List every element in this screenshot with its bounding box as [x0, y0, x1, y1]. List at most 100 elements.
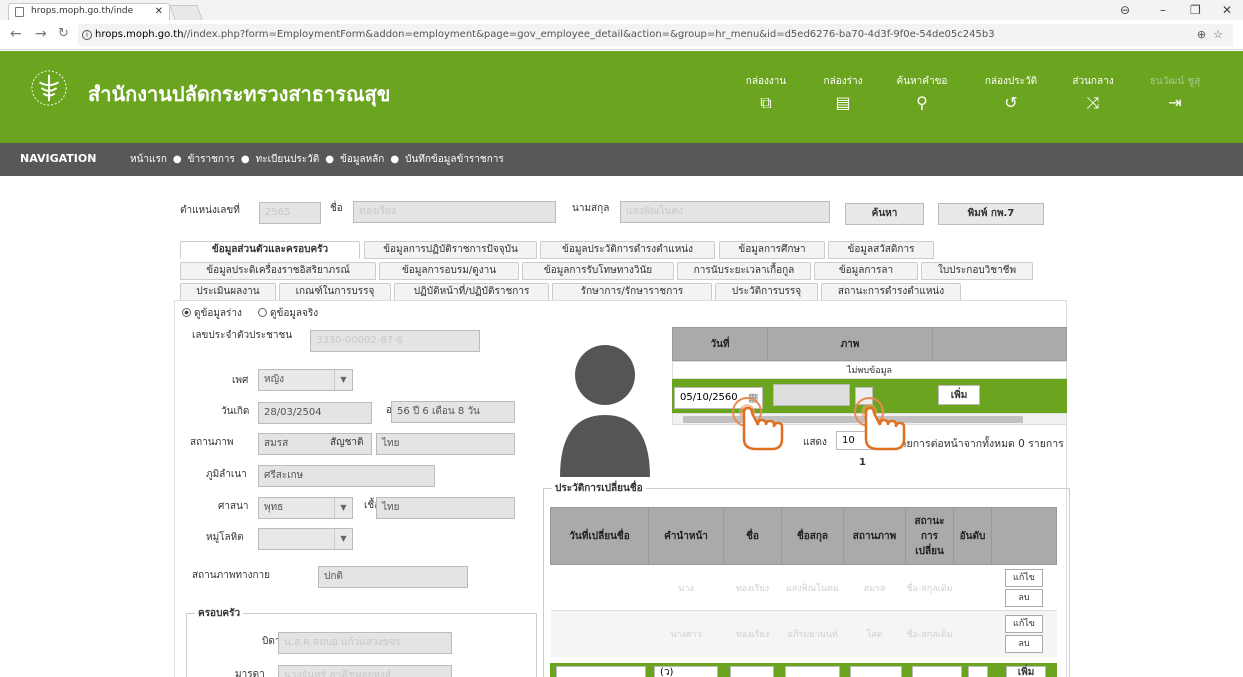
radio-draft-dot — [182, 308, 191, 317]
photo-col-action — [932, 327, 1067, 361]
name-history-table: วันที่เปลี่ยนชื่อ คำนำหน้า ชื่อ ชื่อสกุล… — [550, 507, 1057, 657]
mother-input[interactable]: นางจันทร์ ภาคีชพลยหงส์ — [278, 665, 452, 677]
browser-tabbar: hrops.moph.go.th/inde ✕ ⊖ – ❐ ✕ — [0, 0, 1243, 20]
search-icon: ⚲ — [916, 93, 928, 112]
profile-photo — [550, 327, 660, 477]
gender-label: เพศ — [232, 375, 249, 386]
id-input[interactable]: 3330-00002-87-6 — [310, 330, 480, 352]
back-icon[interactable]: ← — [10, 26, 22, 42]
tab-current-duty[interactable]: ข้อมูลการปฏิบัติราชการปัจจุบัน — [364, 241, 537, 259]
nav-user[interactable]: ธนวัฒน์ ชูสุ ⇥ — [1140, 74, 1210, 111]
bookmark-star-icon[interactable]: ☆ — [1213, 28, 1223, 41]
radio-draft-label: ดูข้อมูลร่าง — [194, 308, 242, 319]
crumb-home[interactable]: หน้าแรก — [130, 154, 167, 165]
page-number[interactable]: 1 — [859, 457, 866, 468]
name-surname-input[interactable] — [785, 666, 840, 677]
new-tab-button[interactable] — [169, 5, 203, 20]
military-input[interactable]: ปกติ — [318, 566, 468, 588]
tab-appointment[interactable]: ประวัติการบรรจุ — [715, 283, 818, 301]
nav-drafts[interactable]: กล่องร่าง ▤ — [808, 74, 878, 111]
name-firstname-input[interactable] — [730, 666, 774, 677]
nav-central[interactable]: ส่วนกลาง ⤨ — [1058, 74, 1128, 111]
crumb-record[interactable]: บันทึกข้อมูลข้าราชการ — [405, 154, 504, 165]
col-change-status: สถานะ การ เปลี่ยน — [905, 507, 954, 565]
cell-actions: แก้ไข ลบ — [991, 610, 1057, 657]
print-kp7-button[interactable]: พิมพ์ กพ.7 — [938, 203, 1044, 225]
name-order-input[interactable] — [968, 666, 988, 677]
zoom-icon[interactable]: ⊕ — [1197, 28, 1206, 41]
dob-input[interactable]: 28/03/2504 — [258, 402, 372, 424]
tab-service-time[interactable]: การนับระยะเวลาเกื้อกูล — [677, 262, 811, 280]
tab-discipline[interactable]: ข้อมูลการรับโทษทางวินัย — [522, 262, 674, 280]
position-input[interactable]: 2565 — [259, 202, 321, 224]
tab-decorations[interactable]: ข้อมูลประดิเครื่องราชอิสริยาภรณ์ — [180, 262, 376, 280]
table-row: นาง ทองเรียง แสงพิณโนคม สมรส ชื่อ-สกุลเด… — [550, 564, 1057, 611]
tab-education[interactable]: ข้อมูลการศึกษา — [719, 241, 825, 259]
nav-search-requests[interactable]: ค้นหาคำขอ ⚲ — [887, 74, 957, 111]
name-date-input[interactable] — [556, 666, 646, 677]
nav-history[interactable]: กล่องประวัติ ↺ — [976, 74, 1046, 111]
url-field[interactable]: i hrops.moph.go.th//index.php?form=Employ… — [78, 24, 1233, 46]
tab-duty-performance[interactable]: ปฏิบัติหน้าที่/ปฏิบัติราชการ — [394, 283, 549, 301]
hometown-input[interactable]: ศรีสะเกษ — [258, 465, 435, 487]
account-icon[interactable]: ⊖ — [1120, 0, 1130, 20]
tab-leave[interactable]: ข้อมูลการลา — [814, 262, 918, 280]
close-window-icon[interactable]: ✕ — [1222, 0, 1232, 20]
tab-license[interactable]: ใบประกอบวิชาชีพ — [921, 262, 1033, 280]
cell-date — [550, 564, 649, 611]
reload-icon[interactable]: ↻ — [58, 26, 69, 41]
tab-position-history[interactable]: ข้อมูลประวัติการดำรงตำแหน่ง — [540, 241, 715, 259]
photo-add-button[interactable]: เพิ่ม — [938, 385, 980, 405]
tab-personal[interactable]: ข้อมูลส่วนตัวและครอบครัว — [180, 241, 360, 259]
nav-inbox[interactable]: กล่องงาน ⧉ — [731, 74, 801, 111]
cell-change-status: ชื่อ-สกุลเดิม — [905, 564, 954, 611]
father-input[interactable]: น.ส.ต.สมบอ แก้วแสวงขจร — [278, 632, 452, 654]
search-button[interactable]: ค้นหา — [845, 203, 924, 225]
tab-evaluation[interactable]: ประเมินผลงาน — [180, 283, 276, 301]
edit-button[interactable]: แก้ไข — [1005, 568, 1043, 587]
col-firstname: ชื่อ — [723, 507, 782, 565]
race-input[interactable]: ไทย — [376, 497, 515, 519]
surname-input[interactable]: แสงพิณโนคง — [620, 201, 830, 223]
col-prefix: คำนำหน้า — [648, 507, 724, 565]
close-tab-icon[interactable]: ✕ — [155, 4, 163, 19]
crumb-main[interactable]: ข้อมูลหลัก — [340, 154, 384, 165]
crumb-registry[interactable]: ทะเบียนประวัติ — [256, 154, 320, 165]
copy-icon: ⧉ — [760, 93, 772, 112]
gender-select[interactable]: หญิง ▼ — [258, 369, 353, 391]
name-input[interactable]: ทองเรียง — [353, 201, 556, 223]
name-prefix-select[interactable]: (ว) — [654, 666, 718, 677]
minimize-icon[interactable]: – — [1160, 0, 1166, 20]
photo-col-date: วันที่ — [672, 327, 768, 361]
page-icon — [15, 7, 24, 17]
name-status-select[interactable] — [912, 666, 962, 677]
delete-button[interactable]: ลบ — [1005, 634, 1043, 653]
religion-select[interactable]: พุทธ ▼ — [258, 497, 353, 519]
browser-tab[interactable]: hrops.moph.go.th/inde ✕ — [8, 3, 170, 20]
tab-criteria[interactable]: เกณฑ์ในการบรรจุ — [279, 283, 391, 301]
nationality-input[interactable]: ไทย — [376, 433, 515, 455]
tab-position-status[interactable]: สถานะการดำรงตำแหน่ง — [821, 283, 961, 301]
crumb-officer[interactable]: ข้าราชการ — [188, 154, 235, 165]
delete-button[interactable]: ลบ — [1005, 588, 1043, 607]
blood-select[interactable]: ▼ — [258, 528, 353, 550]
nationality-label: สัญชาติ — [330, 437, 364, 448]
tab-training[interactable]: ข้อมูลการอบรม/ดูงาน — [379, 262, 519, 280]
edit-button[interactable]: แก้ไข — [1005, 614, 1043, 633]
dob-label: วันเกิด — [221, 406, 250, 417]
forward-icon[interactable]: → — [35, 26, 47, 42]
tab-welfare[interactable]: ข้อมูลสวัสดิการ — [828, 241, 934, 259]
name-marital-select[interactable] — [850, 666, 902, 677]
cell-actions: แก้ไข ลบ — [991, 564, 1057, 611]
restore-icon[interactable]: ❐ — [1190, 0, 1201, 20]
nav-drafts-label: กล่องร่าง — [823, 76, 863, 87]
radio-draft[interactable]: ดูข้อมูลร่าง — [182, 306, 242, 321]
info-icon[interactable]: i — [82, 30, 92, 40]
age-input: 56 ปี 6 เดือน 8 วัน — [391, 401, 515, 423]
tab-acting[interactable]: รักษาการ/รักษาราชการ — [552, 283, 712, 301]
cell-firstname: ทองเรียง — [723, 610, 782, 657]
chevron-down-icon: ▼ — [334, 370, 352, 390]
radio-real-label: ดูข้อมูลจริง — [270, 308, 319, 319]
name-add-button[interactable]: เพิ่ม — [1006, 666, 1046, 677]
radio-real[interactable]: ดูข้อมูลจริง — [258, 306, 318, 321]
